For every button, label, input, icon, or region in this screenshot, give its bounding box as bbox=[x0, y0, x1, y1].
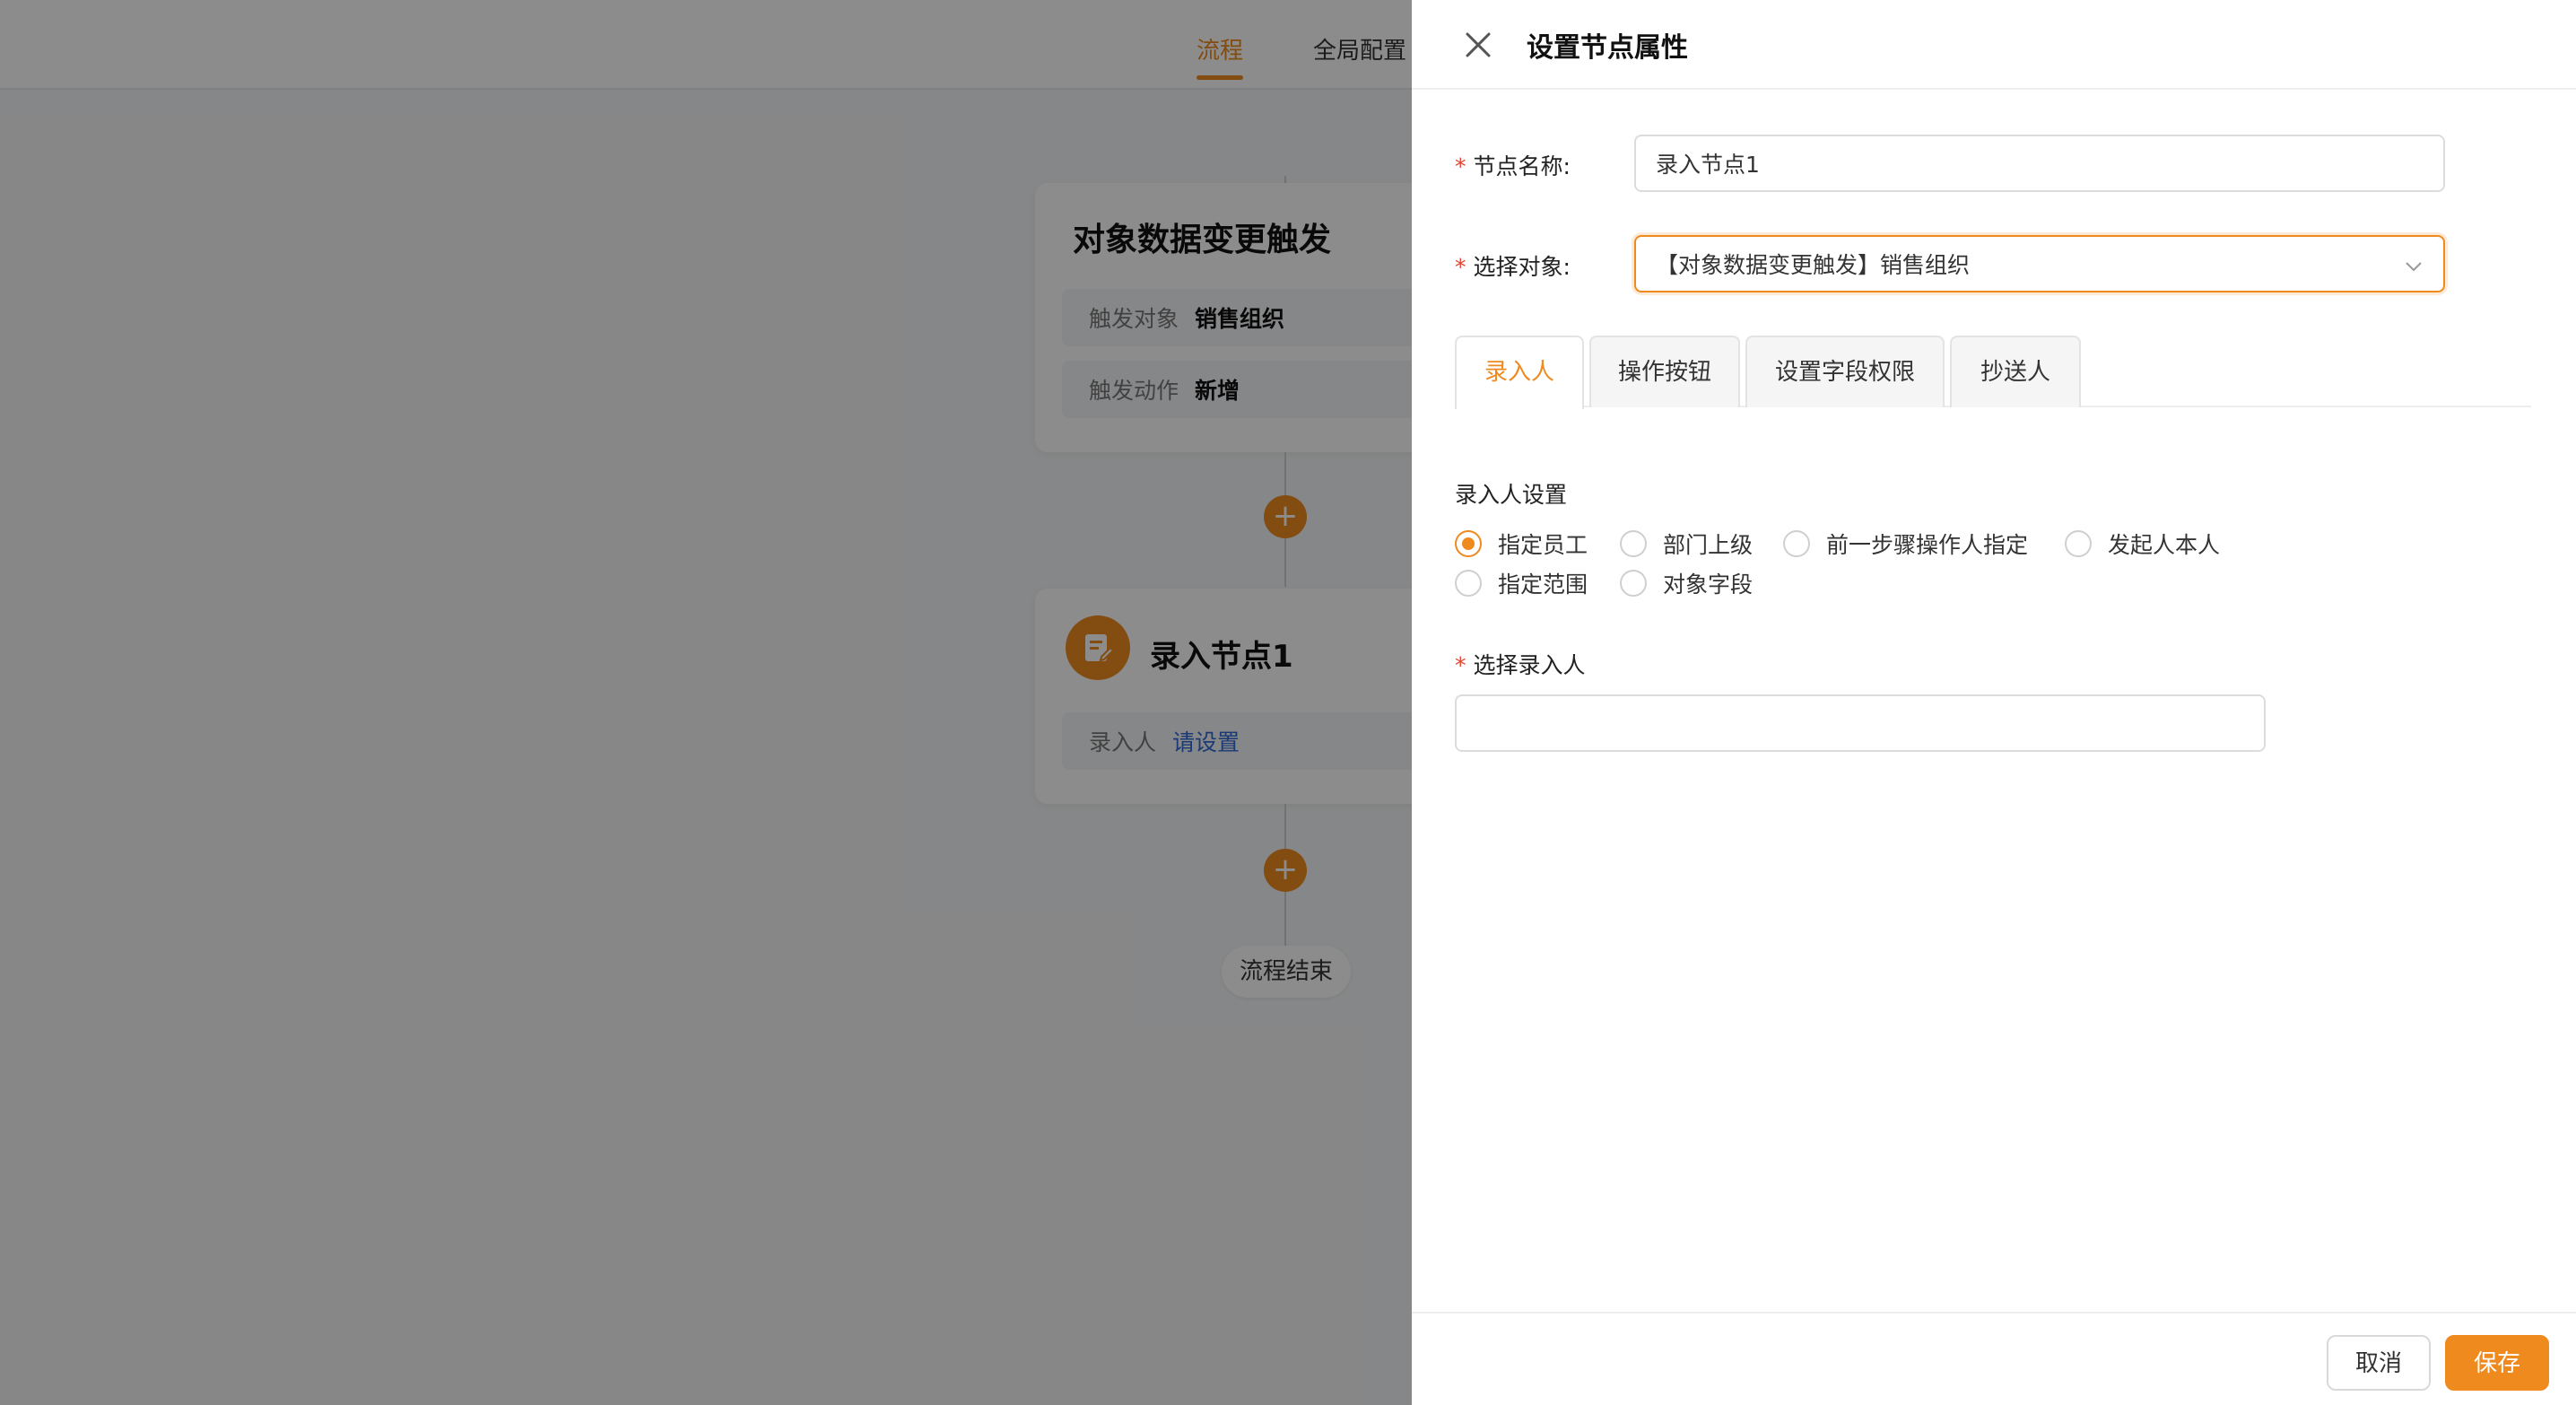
radio-label: 部门上级 bbox=[1663, 532, 1754, 558]
select-object-label: * 选择对象: bbox=[1455, 249, 1571, 282]
drawer-footer: 取消 保存 bbox=[1412, 1312, 2576, 1405]
radio-circle bbox=[1455, 530, 1482, 557]
chevron-down-icon bbox=[2406, 262, 2422, 272]
node-name-label: * 节点名称: bbox=[1455, 149, 1571, 181]
radio-specified-range[interactable]: 指定范围 bbox=[1455, 567, 1588, 599]
save-button[interactable]: 保存 bbox=[2445, 1335, 2549, 1391]
select-object-dropdown[interactable]: 【对象数据变更触发】销售组织 bbox=[1634, 235, 2445, 292]
radio-label: 指定范围 bbox=[1498, 572, 1588, 598]
tab-action-buttons[interactable]: 操作按钮 bbox=[1589, 336, 1740, 407]
tab-cc-recipients[interactable]: 抄送人 bbox=[1950, 336, 2081, 407]
radio-label: 前一步骤操作人指定 bbox=[1826, 532, 2029, 558]
radio-circle bbox=[2065, 530, 2092, 557]
radio-object-field[interactable]: 对象字段 bbox=[1620, 567, 1753, 599]
select-object-label-text: 选择对象: bbox=[1473, 254, 1571, 280]
node-name-input[interactable]: 录入节点1 bbox=[1634, 135, 2445, 192]
drawer-header: 设置节点属性 bbox=[1412, 0, 2576, 90]
close-icon[interactable] bbox=[1462, 29, 1494, 61]
required-mark: * bbox=[1455, 652, 1466, 678]
radio-circle bbox=[1783, 530, 1810, 557]
radio-initiator-self[interactable]: 发起人本人 bbox=[2065, 528, 2220, 560]
radio-previous-step-operator[interactable]: 前一步骤操作人指定 bbox=[1783, 528, 2028, 560]
choose-entry-person-label: * 选择录入人 bbox=[1455, 648, 1586, 680]
radio-label: 发起人本人 bbox=[2108, 532, 2221, 558]
cancel-button[interactable]: 取消 bbox=[2327, 1335, 2431, 1391]
radio-specified-employee[interactable]: 指定员工 bbox=[1455, 528, 1588, 560]
required-mark: * bbox=[1455, 153, 1466, 179]
radio-label: 指定员工 bbox=[1498, 532, 1588, 558]
modal-overlay[interactable] bbox=[0, 0, 1412, 1405]
drawer-title: 设置节点属性 bbox=[1527, 32, 1688, 64]
node-name-label-text: 节点名称: bbox=[1473, 153, 1571, 179]
radio-circle bbox=[1455, 570, 1482, 597]
tab-field-permissions[interactable]: 设置字段权限 bbox=[1745, 336, 1945, 407]
radio-dept-superior[interactable]: 部门上级 bbox=[1620, 528, 1753, 560]
required-mark: * bbox=[1455, 254, 1466, 280]
radio-label: 对象字段 bbox=[1663, 572, 1754, 598]
radio-circle bbox=[1620, 530, 1647, 557]
radio-circle bbox=[1620, 570, 1647, 597]
choose-entry-person-input[interactable] bbox=[1455, 694, 2266, 752]
tabs-bar: 录入人 操作按钮 设置字段权限 抄送人 bbox=[1455, 336, 2531, 409]
tab-entry-person[interactable]: 录入人 bbox=[1455, 336, 1584, 409]
entry-settings-label: 录入人设置 bbox=[1455, 482, 1568, 508]
node-name-value: 录入节点1 bbox=[1656, 152, 1760, 178]
node-properties-drawer: 设置节点属性 * 节点名称: 录入节点1 * 选择对象: 【对象数据变更触发】销售组… bbox=[1412, 0, 2576, 1405]
choose-entry-person-label-text: 选择录入人 bbox=[1473, 652, 1586, 678]
select-object-value: 【对象数据变更触发】销售组织 bbox=[1656, 252, 1971, 278]
